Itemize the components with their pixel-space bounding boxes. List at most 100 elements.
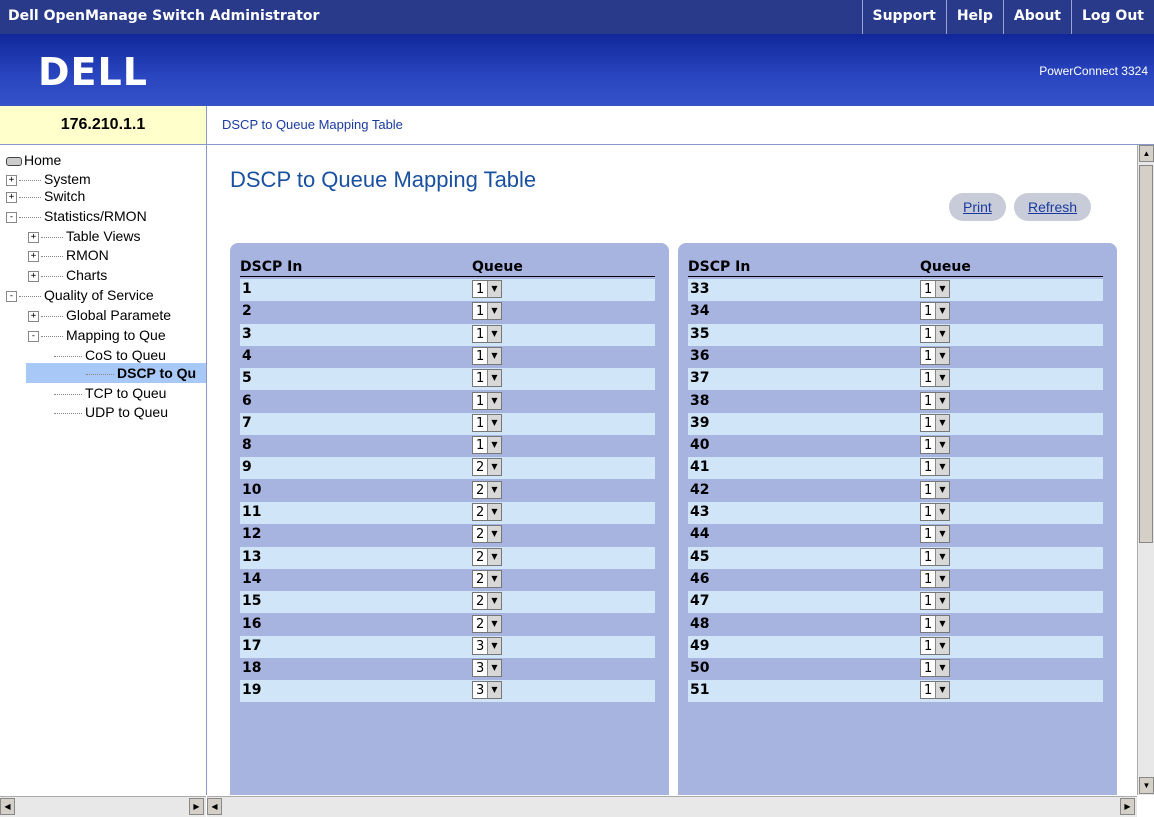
dropdown-arrow-icon[interactable]: ▼ <box>935 393 949 409</box>
scroll-right-icon[interactable]: ▶ <box>1120 798 1135 815</box>
vertical-scrollbar[interactable]: ▲ ▼ <box>1137 145 1154 795</box>
tree-item-charts[interactable]: +Charts <box>28 265 107 285</box>
expand-icon[interactable]: + <box>28 311 39 322</box>
scroll-right-icon[interactable]: ▶ <box>189 798 204 815</box>
dropdown-arrow-icon[interactable]: ▼ <box>487 638 501 654</box>
queue-select[interactable]: 1▼ <box>472 325 502 343</box>
tree-item-mapping-to-queue[interactable]: -Mapping to Que <box>28 325 166 345</box>
dropdown-arrow-icon[interactable]: ▼ <box>487 437 501 453</box>
queue-select[interactable]: 1▼ <box>920 280 950 298</box>
queue-select[interactable]: 1▼ <box>472 347 502 365</box>
scroll-down-icon[interactable]: ▼ <box>1139 777 1154 794</box>
queue-select[interactable]: 1▼ <box>920 325 950 343</box>
collapse-icon[interactable]: - <box>6 291 17 302</box>
expand-icon[interactable]: + <box>28 271 39 282</box>
dropdown-arrow-icon[interactable]: ▼ <box>487 549 501 565</box>
collapse-icon[interactable]: - <box>6 212 17 223</box>
main-horizontal-scrollbar[interactable]: ◀ ▶ <box>207 796 1137 817</box>
dropdown-arrow-icon[interactable]: ▼ <box>487 348 501 364</box>
queue-select[interactable]: 1▼ <box>920 637 950 655</box>
tree-item-tcp-to-queue[interactable]: TCP to Queu <box>86 383 166 403</box>
queue-select[interactable]: 1▼ <box>920 548 950 566</box>
dropdown-arrow-icon[interactable]: ▼ <box>487 370 501 386</box>
dropdown-arrow-icon[interactable]: ▼ <box>487 526 501 542</box>
dropdown-arrow-icon[interactable]: ▼ <box>935 303 949 319</box>
dropdown-arrow-icon[interactable]: ▼ <box>935 616 949 632</box>
tree-item-udp-to-queue[interactable]: UDP to Queu <box>86 402 168 422</box>
scroll-left-icon[interactable]: ◀ <box>207 798 222 815</box>
queue-select[interactable]: 1▼ <box>920 592 950 610</box>
queue-select[interactable]: 1▼ <box>472 369 502 387</box>
queue-select[interactable]: 3▼ <box>472 681 502 699</box>
tree-item-cos-to-queue[interactable]: CoS to Queu <box>86 345 166 365</box>
dropdown-arrow-icon[interactable]: ▼ <box>935 459 949 475</box>
dropdown-arrow-icon[interactable]: ▼ <box>935 482 949 498</box>
dropdown-arrow-icon[interactable]: ▼ <box>487 504 501 520</box>
about-link[interactable]: About <box>1003 0 1071 34</box>
sidebar-horizontal-scrollbar[interactable]: ◀ ▶ <box>0 796 206 817</box>
queue-select[interactable]: 1▼ <box>920 659 950 677</box>
tree-item-switch[interactable]: +Switch <box>6 186 85 206</box>
queue-select[interactable]: 3▼ <box>472 637 502 655</box>
dropdown-arrow-icon[interactable]: ▼ <box>935 281 949 297</box>
dropdown-arrow-icon[interactable]: ▼ <box>935 526 949 542</box>
scroll-left-icon[interactable]: ◀ <box>0 798 15 815</box>
queue-select[interactable]: 2▼ <box>472 481 502 499</box>
queue-select[interactable]: 2▼ <box>472 548 502 566</box>
dropdown-arrow-icon[interactable]: ▼ <box>935 415 949 431</box>
queue-select[interactable]: 2▼ <box>472 503 502 521</box>
queue-select[interactable]: 1▼ <box>920 681 950 699</box>
queue-select[interactable]: 1▼ <box>920 570 950 588</box>
dropdown-arrow-icon[interactable]: ▼ <box>487 393 501 409</box>
queue-select[interactable]: 1▼ <box>920 392 950 410</box>
expand-icon[interactable]: + <box>28 232 39 243</box>
queue-select[interactable]: 1▼ <box>920 302 950 320</box>
tree-item-quality-of-service[interactable]: -Quality of Service <box>6 285 154 305</box>
dropdown-arrow-icon[interactable]: ▼ <box>487 281 501 297</box>
dropdown-arrow-icon[interactable]: ▼ <box>487 682 501 698</box>
dropdown-arrow-icon[interactable]: ▼ <box>487 459 501 475</box>
queue-select[interactable]: 1▼ <box>920 525 950 543</box>
tree-item-global-parameters[interactable]: +Global Paramete <box>28 305 171 325</box>
scroll-up-icon[interactable]: ▲ <box>1139 145 1154 162</box>
queue-select[interactable]: 1▼ <box>472 392 502 410</box>
dropdown-arrow-icon[interactable]: ▼ <box>935 593 949 609</box>
tree-item-table-views[interactable]: +Table Views <box>28 226 140 246</box>
dropdown-arrow-icon[interactable]: ▼ <box>935 437 949 453</box>
logout-link[interactable]: Log Out <box>1071 0 1154 34</box>
print-button[interactable]: Print <box>949 193 1006 221</box>
dropdown-arrow-icon[interactable]: ▼ <box>487 303 501 319</box>
queue-select[interactable]: 1▼ <box>472 414 502 432</box>
dropdown-arrow-icon[interactable]: ▼ <box>935 549 949 565</box>
dropdown-arrow-icon[interactable]: ▼ <box>935 326 949 342</box>
dropdown-arrow-icon[interactable]: ▼ <box>935 660 949 676</box>
queue-select[interactable]: 1▼ <box>472 302 502 320</box>
queue-select[interactable]: 2▼ <box>472 592 502 610</box>
dropdown-arrow-icon[interactable]: ▼ <box>935 571 949 587</box>
help-link[interactable]: Help <box>946 0 1003 34</box>
queue-select[interactable]: 1▼ <box>472 280 502 298</box>
refresh-button[interactable]: Refresh <box>1014 193 1091 221</box>
expand-icon[interactable]: + <box>28 251 39 262</box>
dropdown-arrow-icon[interactable]: ▼ <box>487 593 501 609</box>
dropdown-arrow-icon[interactable]: ▼ <box>487 616 501 632</box>
queue-select[interactable]: 1▼ <box>920 347 950 365</box>
queue-select[interactable]: 1▼ <box>920 369 950 387</box>
support-link[interactable]: Support <box>862 0 946 34</box>
tree-item-home[interactable]: Home <box>6 150 61 170</box>
queue-select[interactable]: 1▼ <box>920 481 950 499</box>
expand-icon[interactable]: + <box>6 175 17 186</box>
queue-select[interactable]: 1▼ <box>920 436 950 454</box>
dropdown-arrow-icon[interactable]: ▼ <box>935 638 949 654</box>
queue-select[interactable]: 1▼ <box>472 436 502 454</box>
queue-select[interactable]: 3▼ <box>472 659 502 677</box>
tree-item-statistics-rmon[interactable]: -Statistics/RMON <box>6 206 147 226</box>
queue-select[interactable]: 1▼ <box>920 503 950 521</box>
expand-icon[interactable]: + <box>6 192 17 203</box>
dropdown-arrow-icon[interactable]: ▼ <box>935 504 949 520</box>
queue-select[interactable]: 2▼ <box>472 615 502 633</box>
queue-select[interactable]: 2▼ <box>472 525 502 543</box>
tree-item-dscp-to-queue[interactable]: DSCP to Qu <box>26 363 206 383</box>
dropdown-arrow-icon[interactable]: ▼ <box>935 370 949 386</box>
dropdown-arrow-icon[interactable]: ▼ <box>487 482 501 498</box>
